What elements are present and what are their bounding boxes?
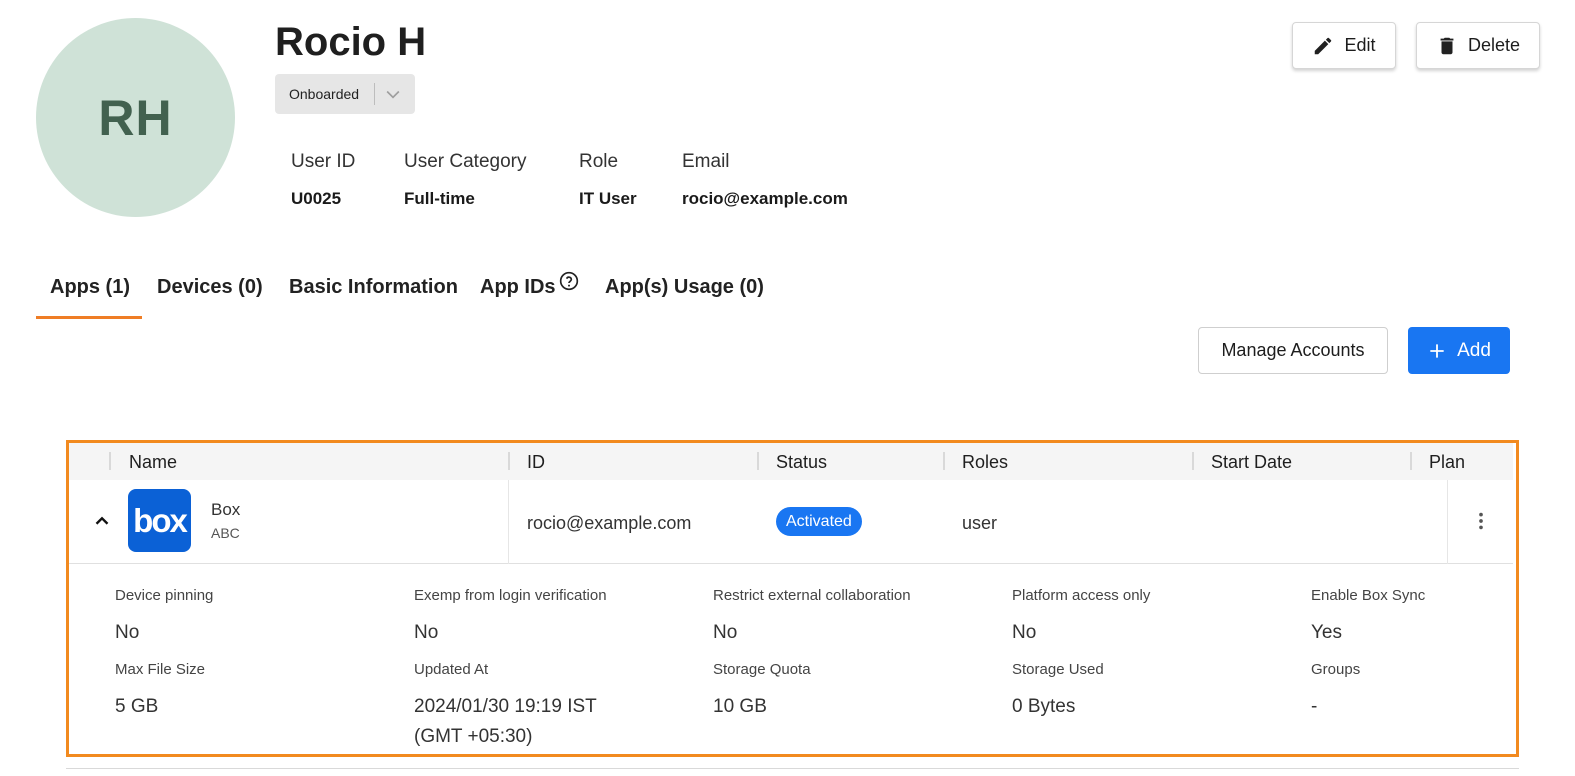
column-separator: [109, 452, 111, 470]
chevron-up-icon[interactable]: [91, 510, 113, 532]
dropdown-divider: [374, 83, 375, 105]
column-separator[interactable]: [943, 452, 945, 470]
row-divider: [1447, 480, 1448, 564]
tab-apps[interactable]: Apps (1): [50, 270, 130, 320]
manage-accounts-button[interactable]: Manage Accounts: [1198, 327, 1388, 374]
row-divider: [508, 480, 509, 564]
detail-label-groups: Groups: [1311, 661, 1361, 678]
column-header-roles[interactable]: Roles: [962, 452, 1008, 473]
column-separator[interactable]: [508, 452, 510, 470]
role-label: Role: [579, 151, 619, 172]
detail-value-storage-used: 0 Bytes: [1012, 696, 1076, 717]
app-name: Box: [211, 500, 241, 519]
delete-button-label: Delete: [1467, 35, 1521, 55]
detail-label-platform-access: Platform access only: [1012, 587, 1151, 604]
email-value: rocio@example.com: [682, 189, 848, 208]
status-dropdown-value: Onboarded: [289, 86, 360, 102]
detail-value-login-verification: No: [414, 622, 439, 643]
detail-label-box-sync: Enable Box Sync: [1311, 587, 1426, 604]
help-circle-icon[interactable]: [559, 271, 579, 291]
page-title: Rocio H: [275, 20, 427, 64]
table-header: Name ID Status Roles Start Date Plan: [69, 443, 1513, 480]
divider: [66, 768, 1519, 769]
edit-button[interactable]: Edit: [1292, 22, 1396, 69]
detail-value-box-sync: Yes: [1311, 622, 1342, 643]
active-tab-indicator: [36, 316, 142, 319]
plus-icon: [1430, 343, 1444, 358]
pencil-icon: [1315, 37, 1332, 54]
detail-label-storage-quota: Storage Quota: [713, 661, 811, 678]
detail-label-max-file-size: Max File Size: [115, 661, 206, 678]
box-logo: box: [128, 489, 191, 552]
table-row[interactable]: box Box ABC rocio@example.com Activated …: [69, 480, 1513, 564]
cell-roles: user: [962, 513, 998, 533]
cell-id: rocio@example.com: [527, 513, 692, 533]
column-header-id[interactable]: ID: [527, 452, 545, 473]
tab-app-ids[interactable]: App IDs: [480, 270, 579, 320]
column-header-status[interactable]: Status: [776, 452, 827, 473]
detail-value-device-pinning: No: [115, 622, 140, 643]
user-category-value: Full-time: [404, 189, 475, 208]
detail-value-platform-access: No: [1012, 622, 1037, 643]
add-button[interactable]: Add: [1408, 327, 1510, 374]
avatar: RH: [36, 18, 235, 217]
role-value: IT User: [579, 189, 637, 208]
app-subtitle: ABC: [211, 525, 240, 541]
column-separator[interactable]: [1192, 452, 1194, 470]
detail-label-device-pinning: Device pinning: [115, 587, 214, 604]
avatar-initials: RH: [98, 89, 173, 146]
detail-label-updated-at: Updated At: [414, 661, 489, 678]
detail-value-max-file-size: 5 GB: [115, 696, 159, 717]
tab-devices[interactable]: Devices (0): [157, 270, 263, 320]
tab-basic-information[interactable]: Basic Information: [289, 270, 458, 320]
chevron-down-icon: [386, 90, 400, 99]
trash-icon: [1440, 37, 1454, 54]
edit-button-label: Edit: [1344, 35, 1376, 55]
column-separator[interactable]: [757, 452, 759, 470]
more-vertical-icon[interactable]: [1470, 510, 1492, 532]
detail-value-updated-at: 2024/01/30 19:19 IST (GMT +05:30): [414, 696, 597, 747]
detail-label-restrict-collaboration: Restrict external collaboration: [713, 587, 911, 604]
column-header-plan[interactable]: Plan: [1429, 452, 1465, 473]
user-id-value: U0025: [291, 189, 342, 208]
detail-value-groups: -: [1311, 696, 1318, 717]
detail-value-restrict-collaboration: No: [713, 622, 738, 643]
status-dropdown[interactable]: Onboarded: [275, 74, 415, 114]
status-badge: Activated: [776, 507, 862, 536]
tab-app-usage[interactable]: App(s) Usage (0): [605, 270, 764, 320]
user-category-label: User Category: [404, 151, 527, 172]
column-header-start-date[interactable]: Start Date: [1211, 452, 1292, 473]
column-separator[interactable]: [1410, 452, 1412, 470]
email-label: Email: [682, 151, 730, 172]
detail-label-storage-used: Storage Used: [1012, 661, 1104, 678]
apps-table: Name ID Status Roles Start Date Plan box…: [66, 440, 1519, 757]
delete-button[interactable]: Delete: [1416, 22, 1540, 69]
column-header-name[interactable]: Name: [129, 452, 177, 473]
user-id-label: User ID: [291, 151, 356, 172]
detail-value-storage-quota: 10 GB: [713, 696, 767, 717]
detail-label-login-verification: Exemp from login verification: [414, 587, 607, 604]
